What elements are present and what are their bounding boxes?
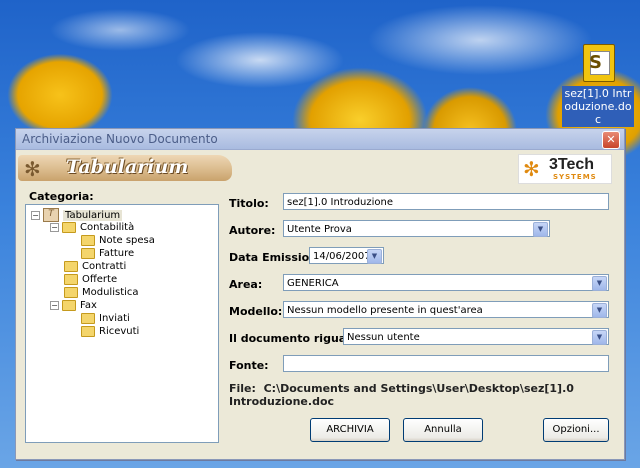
- folder-icon: [62, 221, 76, 233]
- tree-item-fax[interactable]: − Fax: [50, 299, 97, 313]
- folder-icon: [81, 325, 95, 337]
- 3tech-logo-icon: ✻: [523, 157, 540, 181]
- tree-item-offerte[interactable]: Offerte: [64, 273, 117, 287]
- tree-item-label: Offerte: [82, 274, 118, 285]
- close-button[interactable]: ✕: [602, 131, 620, 149]
- tabularium-root-icon: T: [43, 208, 59, 222]
- area-select[interactable]: GENERICA ▼: [283, 274, 609, 291]
- tree-item-note-spesa[interactable]: Note spesa: [81, 234, 155, 248]
- folder-icon: [62, 299, 76, 311]
- folder-icon: [81, 234, 95, 246]
- tree-item-label: Fax: [80, 300, 97, 311]
- area-select-value: GENERICA: [287, 278, 339, 289]
- file-path-value: C:\Documents and Settings\User\Desktop\s…: [229, 382, 574, 408]
- model-select[interactable]: Nessun modello presente in quest'area ▼: [283, 301, 609, 318]
- date-value: 14/06/2007: [313, 251, 371, 262]
- tree-item-label: Fatture: [99, 248, 135, 259]
- tree-item-label: Contabilità: [80, 222, 135, 233]
- model-select-value: Nessun modello presente in quest'area: [287, 305, 483, 316]
- opzioni-button[interactable]: Opzioni...: [543, 418, 609, 442]
- tree-item-label: Ricevuti: [99, 326, 140, 337]
- tree-item-modulistica[interactable]: Modulistica: [64, 286, 139, 300]
- chevron-down-icon[interactable]: ▼: [592, 330, 607, 345]
- category-label: Categoria:: [29, 190, 94, 203]
- source-input[interactable]: [283, 355, 609, 372]
- file-path: File: C:\Documents and Settings\User\Des…: [229, 382, 624, 408]
- dialog-title: Archiviazione Nuovo Documento: [22, 132, 218, 146]
- word-document-icon: S: [581, 44, 615, 84]
- tabularium-logo: ✻ Tabularium: [18, 155, 232, 181]
- annulla-button[interactable]: Annulla: [403, 418, 483, 442]
- tree-item-contabilita[interactable]: − Contabilità: [50, 221, 134, 235]
- archive-dialog: Archiviazione Nuovo Documento ✕ ✻ Tabula…: [15, 128, 625, 460]
- tree-item-label: Tabularium: [63, 210, 123, 221]
- author-select-value: Utente Prova: [287, 224, 352, 235]
- folder-icon: [64, 260, 78, 272]
- banner: ✻ Tabularium ✻ 3Tech SYSTEMS: [16, 150, 622, 188]
- tree-item-tabularium[interactable]: − T Tabularium: [31, 208, 123, 222]
- source-label: Fonte:: [229, 359, 269, 372]
- file-label: File:: [229, 382, 256, 395]
- area-label: Area:: [229, 278, 263, 291]
- tree-item-ricevuti[interactable]: Ricevuti: [81, 325, 139, 339]
- tree-item-label: Modulistica: [82, 287, 139, 298]
- subject-select[interactable]: Nessun utente ▼: [343, 328, 609, 345]
- folder-icon: [64, 273, 78, 285]
- collapse-icon[interactable]: −: [31, 210, 40, 220]
- chevron-down-icon[interactable]: ▼: [367, 249, 382, 264]
- tree-item-label: Note spesa: [99, 235, 155, 246]
- archivia-button[interactable]: ARCHIVIA: [310, 418, 390, 442]
- tree-item-label: Inviati: [99, 313, 130, 324]
- tree-item-fatture[interactable]: Fatture: [81, 247, 134, 261]
- tree-item-label: Contratti: [82, 261, 127, 272]
- chevron-down-icon[interactable]: ▼: [592, 276, 607, 291]
- chevron-down-icon[interactable]: ▼: [533, 222, 548, 237]
- title-input[interactable]: sez[1].0 Introduzione: [283, 193, 609, 210]
- chevron-down-icon[interactable]: ▼: [592, 303, 607, 318]
- category-tree[interactable]: − T Tabularium − Contabilità Note spesa Fat…: [25, 204, 219, 443]
- subject-select-value: Nessun utente: [347, 332, 420, 343]
- dialog-titlebar[interactable]: Archiviazione Nuovo Documento ✕: [16, 129, 624, 150]
- collapse-icon[interactable]: −: [50, 222, 59, 232]
- folder-icon: [81, 312, 95, 324]
- 3tech-logo: ✻ 3Tech SYSTEMS: [518, 154, 612, 184]
- date-picker[interactable]: 14/06/2007 ▼: [309, 247, 384, 264]
- tree-item-inviati[interactable]: Inviati: [81, 312, 130, 326]
- tree-item-contratti[interactable]: Contratti: [64, 260, 126, 274]
- collapse-icon[interactable]: −: [50, 300, 59, 310]
- folder-icon: [81, 247, 95, 259]
- author-select[interactable]: Utente Prova ▼: [283, 220, 550, 237]
- desktop-file-label: sez[1].0 Introduzione.doc: [562, 86, 634, 127]
- folder-icon: [64, 286, 78, 298]
- tabularium-logo-icon: ✻: [24, 157, 41, 181]
- title-label: Titolo:: [229, 197, 269, 210]
- author-label: Autore:: [229, 224, 276, 237]
- model-label: Modello:: [229, 305, 283, 318]
- desktop-file-icon[interactable]: S sez[1].0 Introduzione.doc: [562, 44, 634, 127]
